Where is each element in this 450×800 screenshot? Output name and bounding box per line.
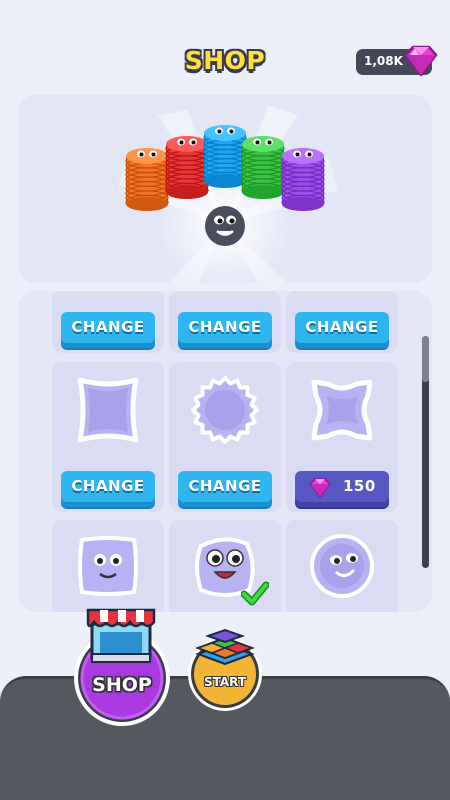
preview-panel [18,95,432,283]
change-button[interactable]: CHANGE [61,312,155,348]
change-button[interactable]: CHANGE [178,312,272,348]
preview-scene [118,105,338,283]
change-button[interactable]: CHANGE [61,471,155,507]
storefront-icon [86,608,156,663]
color-stack [165,136,209,199]
checkmark-icon [241,581,269,606]
pink-gem-icon [404,45,438,77]
color-stack [281,148,325,211]
scrollbar-thumb[interactable] [422,336,429,382]
start-nav-button[interactable] [186,618,264,712]
change-button[interactable]: CHANGE [178,471,272,507]
grid-cell-selected[interactable] [169,520,281,612]
item-grid: CHANGE CHANGE CHANGE CHANGE CHANGE 150 [18,291,432,612]
grid-cell[interactable] [52,520,164,612]
grid-cell[interactable] [286,520,398,612]
shop-nav-label: SHOP [92,674,152,696]
color-stack [241,136,285,199]
start-nav-label: START [203,675,247,689]
change-button[interactable]: CHANGE [295,312,389,348]
shop-nav-button[interactable] [70,602,174,730]
curved-square-plate-icon [311,379,373,441]
wavy-square-plate-icon [77,377,139,443]
square-face-skin-icon [78,536,138,596]
gear-round-plate-icon [191,376,259,444]
price-label: 150 [343,477,376,495]
gem-count: 1,08K [364,54,403,68]
color-stack [203,125,247,188]
round-face-skin-icon [310,534,374,598]
buy-button[interactable]: 150 [295,471,389,507]
color-stack [125,148,169,211]
pink-gem-icon [309,478,331,498]
gray-character [205,206,245,246]
